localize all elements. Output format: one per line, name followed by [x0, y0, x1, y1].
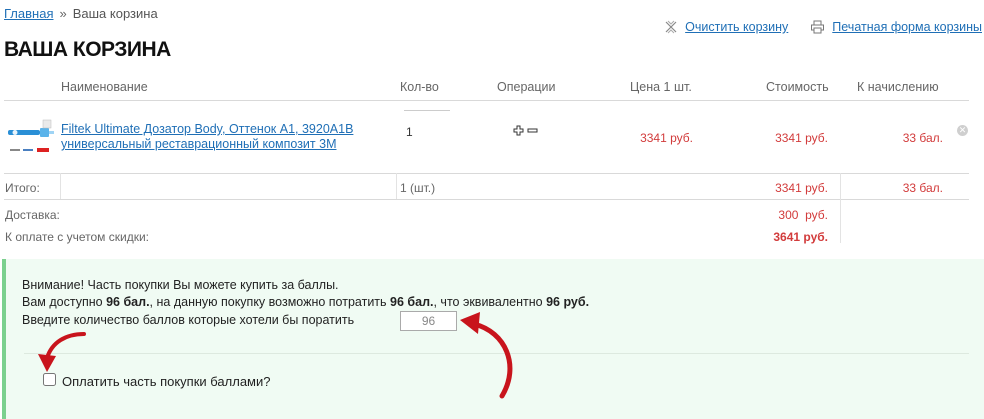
column-header-points: К начислению — [857, 80, 939, 94]
total-quantity: 1 (шт.) — [400, 181, 436, 195]
points-equivalent: 96 руб. — [546, 295, 590, 309]
points-text: , на данную покупку возможно потратить — [149, 295, 391, 309]
table-divider — [396, 173, 397, 199]
table-divider — [4, 100, 969, 101]
breadcrumb-current: Ваша корзина — [72, 6, 158, 21]
print-cart-action[interactable]: Печатная форма корзины — [810, 20, 982, 34]
decrease-quantity-button[interactable] — [526, 124, 538, 136]
print-cart-link[interactable]: Печатная форма корзины — [832, 20, 982, 34]
breadcrumb: Главная » Ваша корзина — [4, 6, 158, 21]
table-divider — [4, 173, 969, 174]
plus-icon — [513, 125, 523, 135]
column-header-name: Наименование — [61, 80, 148, 94]
item-quantity[interactable]: 1 — [406, 125, 413, 139]
points-notice: Внимание! Часть покупки Вы можете купить… — [22, 278, 339, 292]
increase-quantity-button[interactable] — [512, 124, 524, 136]
points-amount-input[interactable] — [400, 311, 457, 331]
points-payment-box: Внимание! Часть покупки Вы можете купить… — [2, 259, 984, 419]
points-divider — [24, 353, 969, 354]
page-title: ВАША КОРЗИНА — [4, 38, 171, 61]
points-text: , что эквивалентно — [433, 295, 547, 309]
qty-field-underline — [404, 110, 450, 111]
item-unit-price: 3341 руб. — [640, 131, 693, 145]
total-points: 33 бал. — [902, 181, 943, 195]
column-header-cost: Стоимость — [766, 80, 829, 94]
breadcrumb-separator: » — [59, 6, 67, 21]
item-cost: 3341 руб. — [775, 131, 828, 145]
clear-cart-link[interactable]: Очистить корзину — [685, 20, 788, 34]
to-pay-value: 3641 руб. — [773, 230, 828, 244]
remove-item-icon[interactable]: ✕ — [957, 125, 968, 136]
item-points: 33 бал. — [902, 131, 943, 145]
clear-cart-action[interactable]: Очистить корзину — [664, 20, 788, 34]
clear-cart-icon — [664, 20, 678, 34]
points-available: 96 бал. — [106, 295, 150, 309]
table-divider — [840, 173, 841, 243]
column-header-ops: Операции — [497, 80, 556, 94]
cart-actions: Очистить корзину Печатная форма корзины — [664, 20, 982, 34]
column-header-qty: Кол-во — [400, 80, 439, 94]
pay-with-points-checkbox[interactable] — [43, 373, 56, 386]
pay-with-points-label[interactable]: Оплатить часть покупки баллами? — [62, 374, 271, 389]
points-text: Вам доступно — [22, 295, 107, 309]
quantity-operations — [512, 124, 538, 136]
points-input-label: Введите количество баллов которые хотели… — [22, 313, 355, 327]
points-availability: Вам доступно 96 бал., на данную покупку … — [22, 295, 589, 309]
total-label: Итого: — [5, 181, 40, 195]
product-name-link[interactable]: Filtek Ultimate Дозатор Body, Оттенок А1… — [61, 122, 391, 152]
product-thumbnail[interactable] — [7, 116, 55, 158]
to-pay-label: К оплате с учетом скидки: — [5, 230, 149, 244]
table-divider — [4, 199, 969, 200]
printer-icon — [810, 20, 825, 34]
minus-icon — [527, 128, 537, 132]
delivery-label: Доставка: — [5, 208, 60, 222]
points-spendable: 96 бал. — [390, 295, 434, 309]
total-cost: 3341 руб. — [775, 181, 828, 195]
delivery-cost: 300 руб. — [778, 208, 828, 222]
breadcrumb-home-link[interactable]: Главная — [4, 6, 53, 21]
table-divider — [60, 173, 61, 199]
column-header-price: Цена 1 шт. — [630, 80, 692, 94]
